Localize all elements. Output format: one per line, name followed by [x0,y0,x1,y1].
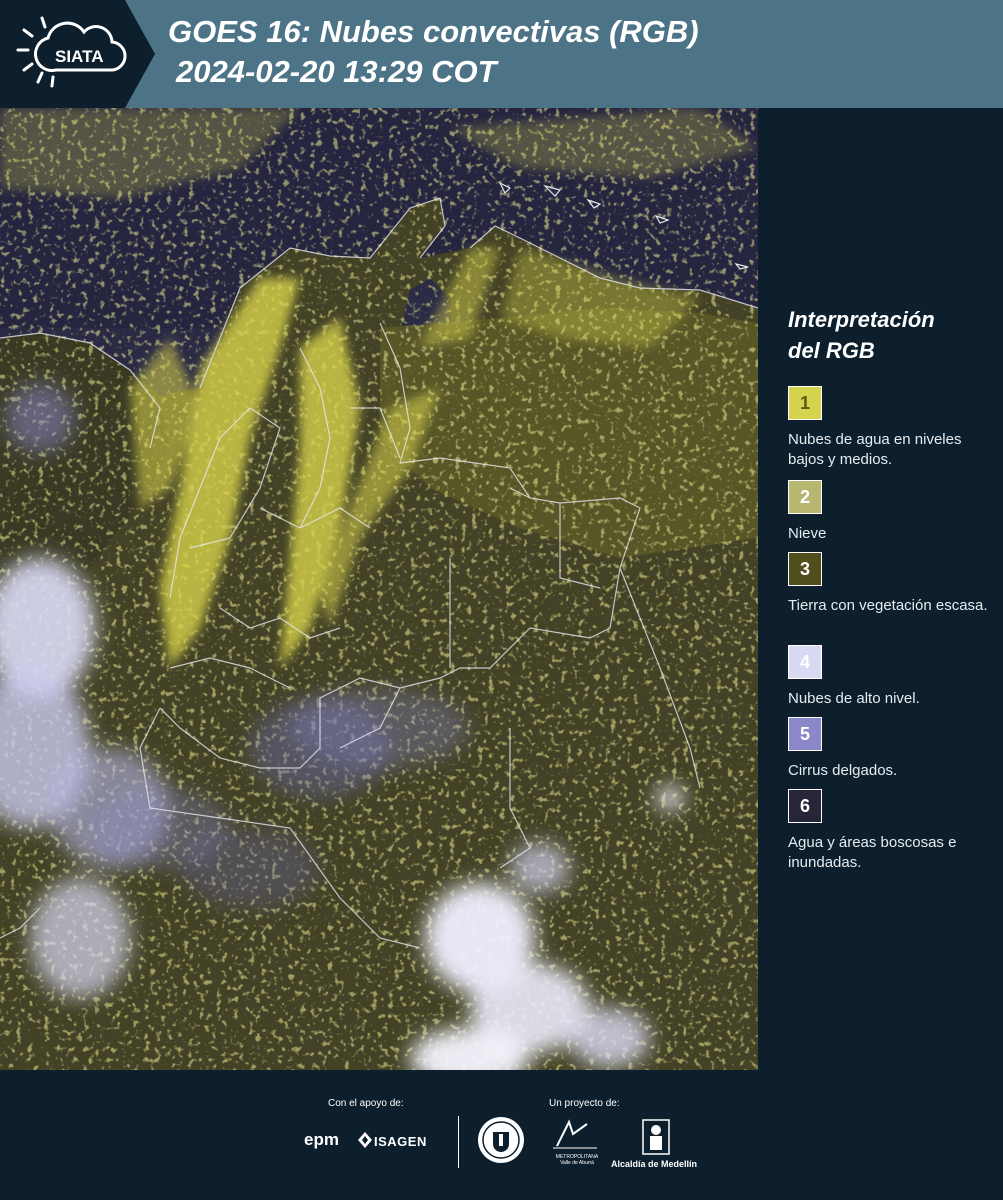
medellin-seal-icon [477,1116,525,1164]
page-title: GOES 16: Nubes convectivas (RGB) [168,14,699,49]
area-metropolitana-text: METROPOLITANA Valle de Aburrá [555,1154,599,1166]
legend-label-3: Tierra con vegetación escasa. [788,597,988,614]
support-label: Con el apoyo de: [328,1098,404,1109]
legend-item-4: 4 Nubes de alto nivel. [788,645,993,709]
area-metropolitana-logo-icon [551,1118,599,1152]
isagen-mark-icon [358,1132,372,1148]
legend-label-6: Agua y áreas boscosas e inundadas. [788,834,957,871]
legend-swatch-1: 1 [788,386,822,420]
legend-swatch-2: 2 [788,480,822,514]
legend-swatch-4: 4 [788,645,822,679]
legend-label-4: Nubes de alto nivel. [788,690,920,707]
alcaldia-emblem-icon [641,1118,671,1156]
project-label: Un proyecto de: [549,1098,620,1109]
alcaldia-logo-text: Alcaldía de Medellín [611,1159,698,1169]
legend-item-5: 5 Cirrus delgados. [788,717,993,781]
legend-label-2: Nieve [788,525,827,542]
footer-divider [458,1116,459,1168]
legend-swatch-6: 6 [788,789,822,823]
legend-item-6: 6 Agua y áreas boscosas e inundadas. [788,789,993,873]
isagen-logo: ISAGEN [374,1134,427,1149]
legend-title: Interpretación del RGB [788,304,993,366]
legend-swatch-3: 3 [788,552,822,586]
legend-label-1: Nubes de agua en niveles bajos y medios. [788,431,962,468]
page-timestamp: 2024-02-20 13:29 COT [176,54,497,89]
legend-swatch-5: 5 [788,717,822,751]
siata-logo-text: SIATA [55,47,103,66]
footer-bar: Con el apoyo de: Un proyecto de: epm ISA… [0,1070,1003,1200]
legend-label-5: Cirrus delgados. [788,762,898,779]
legend-item-2: 2 Nieve [788,480,993,544]
legend-item-3: 3 Tierra con vegetación escasa. [788,552,993,616]
legend-panel: Interpretación del RGB 1 Nubes de agua e… [758,108,1003,1070]
legend-item-1: 1 Nubes de agua en niveles bajos y medio… [788,386,993,470]
header-bar: SIATA GOES 16: Nubes convectivas (RGB) 2… [0,0,1003,108]
siata-logo: SIATA [0,0,155,108]
epm-logo: epm [304,1130,339,1149]
satellite-map [0,108,758,1070]
legend-title-line1: Interpretación [788,307,935,332]
legend-title-line2: del RGB [788,338,875,363]
